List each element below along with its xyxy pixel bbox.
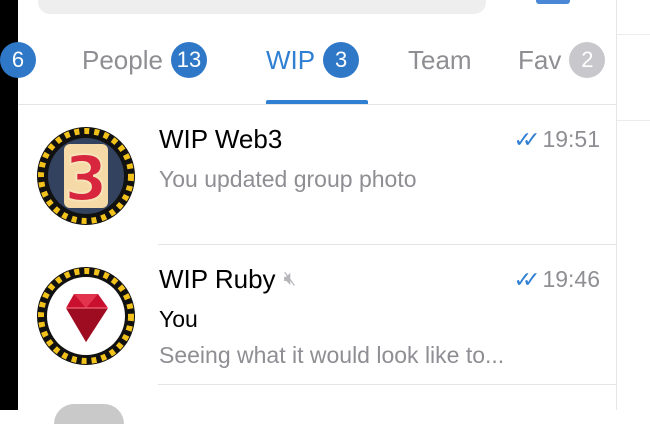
- divider: [158, 244, 616, 245]
- tab-label: People: [82, 44, 163, 75]
- svg-text:3: 3: [64, 142, 107, 215]
- avatar: [54, 404, 124, 424]
- chat-row-wip-web3[interactable]: 3 WIP Web3 ✓✓ 19:51 You updated group ph…: [18, 106, 616, 246]
- muted-icon: 🔇︎: [283, 268, 297, 290]
- tab-label: WIP: [266, 44, 316, 75]
- chat-title: WIP Web3: [159, 124, 282, 155]
- tab-people[interactable]: People 13: [82, 42, 207, 78]
- tab-badge: 13: [170, 42, 207, 78]
- double-check-icon: ✓✓: [513, 126, 541, 152]
- divider: [158, 384, 616, 385]
- time-text: 19:51: [542, 126, 600, 152]
- tab-badge: 3: [323, 42, 360, 78]
- detail-pane: [616, 0, 650, 410]
- time-text: 19:46: [542, 266, 600, 292]
- tab-label: Fav: [518, 44, 562, 75]
- chat-time: ✓✓ 19:46: [514, 266, 600, 293]
- tab-previous[interactable]: 6: [0, 42, 36, 78]
- chat-time: ✓✓ 19:51: [514, 126, 600, 153]
- chat-row-next[interactable]: [18, 386, 616, 424]
- tab-badge: 6: [0, 42, 36, 78]
- ruby-gem-icon: [36, 266, 136, 366]
- tab-team[interactable]: Team: [408, 42, 472, 78]
- chat-row-wip-ruby[interactable]: WIP Ruby 🔇︎ ✓✓ 19:46 You Seeing what it …: [18, 246, 616, 386]
- chat-title-text: WIP Web3: [159, 124, 283, 154]
- compose-button[interactable]: [536, 0, 570, 4]
- tab-label: Team: [408, 44, 472, 75]
- divider: [617, 120, 650, 121]
- tab-fav[interactable]: Fav 2: [518, 42, 606, 78]
- divider: [18, 104, 616, 105]
- chat-title: WIP Ruby 🔇︎: [159, 264, 296, 295]
- tab-badge: 2: [569, 42, 606, 78]
- number-3-badge-icon: 3: [36, 126, 136, 226]
- message-preview: Seeing what it would look like to...: [159, 342, 505, 368]
- search-input[interactable]: [38, 0, 486, 14]
- tab-wip[interactable]: WIP 3: [266, 42, 360, 78]
- message-preview: You updated group photo: [159, 166, 417, 192]
- chat-title-text: WIP Ruby: [159, 264, 276, 294]
- message-sender: You: [159, 306, 198, 332]
- divider: [617, 34, 650, 35]
- double-check-icon: ✓✓: [513, 266, 541, 292]
- folder-tabs: 6 People 13 WIP 3 Team Fav 2: [0, 30, 616, 104]
